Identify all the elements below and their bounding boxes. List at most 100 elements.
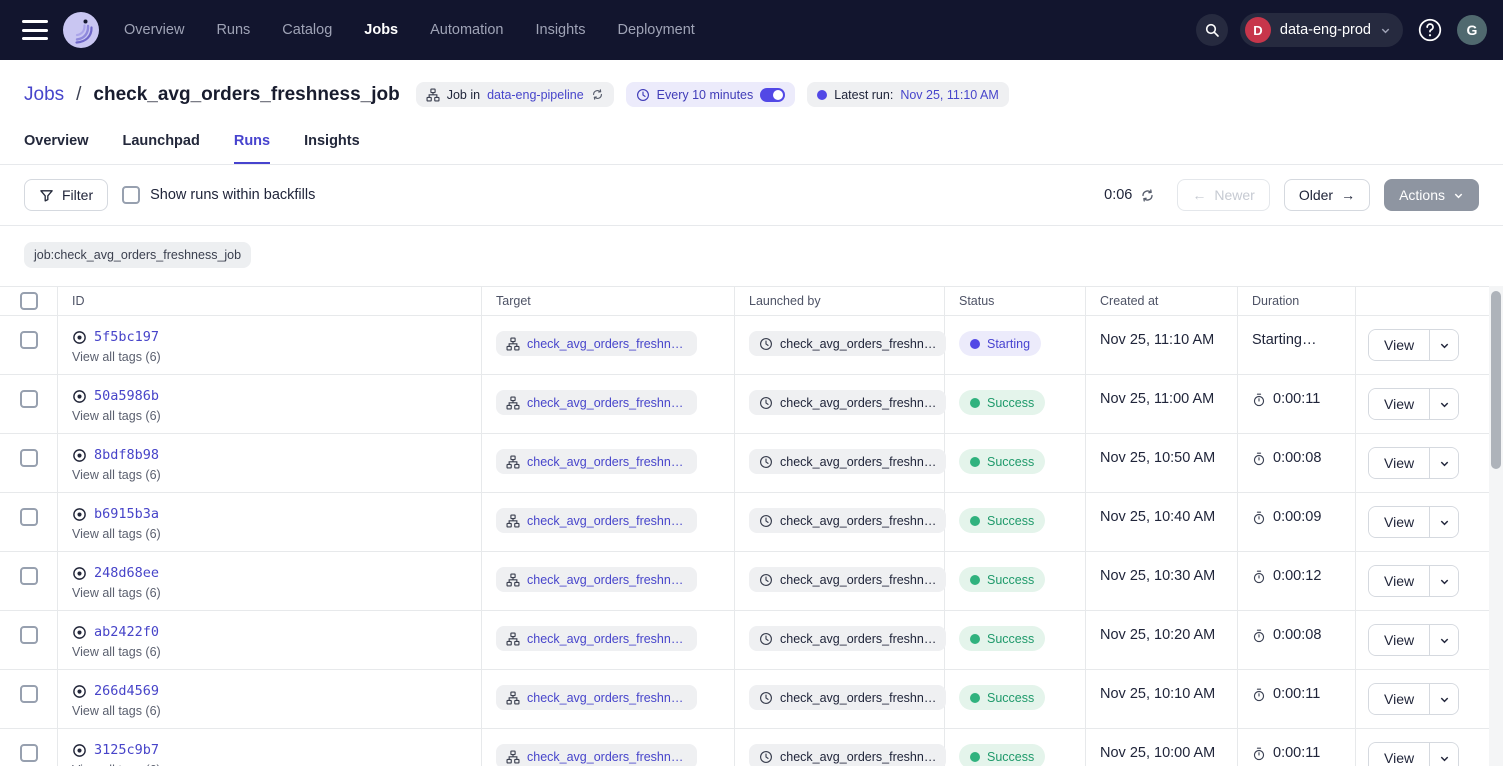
nav-item-runs[interactable]: Runs: [216, 22, 250, 38]
target-pill: check_avg_orders_freshness_job: [496, 567, 697, 592]
search-button[interactable]: [1196, 14, 1228, 46]
tab-insights[interactable]: Insights: [304, 133, 360, 164]
older-button[interactable]: Older →: [1284, 179, 1370, 211]
view-all-tags-link[interactable]: View all tags (6): [72, 468, 161, 482]
view-all-tags-link[interactable]: View all tags (6): [72, 586, 161, 600]
job-filter-tag[interactable]: job:check_avg_orders_freshness_job: [24, 242, 251, 268]
schedule-clock-icon: [759, 632, 773, 646]
breadcrumb-jobs-link[interactable]: Jobs: [24, 84, 64, 106]
view-button[interactable]: View: [1369, 507, 1429, 537]
filter-button[interactable]: Filter: [24, 179, 108, 211]
workspace-switcher[interactable]: D data-eng-prod: [1240, 13, 1403, 47]
view-all-tags-link[interactable]: View all tags (6): [72, 527, 161, 541]
view-dropdown-button[interactable]: [1429, 330, 1458, 360]
view-button[interactable]: View: [1369, 566, 1429, 596]
row-checkbox[interactable]: [20, 508, 38, 526]
view-all-tags-link[interactable]: View all tags (6): [72, 645, 161, 659]
select-all-checkbox[interactable]: [20, 292, 38, 310]
hamburger-menu-icon[interactable]: [22, 20, 48, 40]
run-id-link[interactable]: 50a5986b: [94, 388, 159, 404]
view-dropdown-button[interactable]: [1429, 743, 1458, 766]
latest-run-link[interactable]: Nov 25, 11:10 AM: [900, 88, 998, 102]
job-icon: [506, 514, 520, 528]
row-checkbox[interactable]: [20, 449, 38, 467]
launched-by-pill[interactable]: check_avg_orders_freshn…: [749, 685, 946, 710]
view-dropdown-button[interactable]: [1429, 448, 1458, 478]
scrollbar-thumb[interactable]: [1491, 291, 1501, 469]
run-id-link[interactable]: 3125c9b7: [94, 742, 159, 758]
view-button[interactable]: View: [1369, 743, 1429, 766]
nav-item-catalog[interactable]: Catalog: [282, 22, 332, 38]
nav-item-automation[interactable]: Automation: [430, 22, 503, 38]
view-all-tags-link[interactable]: View all tags (6): [72, 704, 161, 718]
view-split-button: View: [1368, 388, 1459, 420]
run-id-link[interactable]: 5f5bc197: [94, 329, 159, 345]
view-all-tags-link[interactable]: View all tags (6): [72, 350, 161, 364]
status-badge: Starting: [959, 331, 1041, 356]
dagster-logo[interactable]: [62, 11, 100, 49]
view-button[interactable]: View: [1369, 330, 1429, 360]
target-job-link[interactable]: check_avg_orders_freshness_job: [527, 691, 687, 705]
nav-item-deployment[interactable]: Deployment: [617, 22, 694, 38]
nav-item-jobs[interactable]: Jobs: [364, 22, 398, 38]
view-dropdown-button[interactable]: [1429, 566, 1458, 596]
row-checkbox[interactable]: [20, 331, 38, 349]
reload-icon[interactable]: [591, 88, 604, 101]
tab-runs[interactable]: Runs: [234, 133, 270, 164]
launched-by-pill[interactable]: check_avg_orders_freshn…: [749, 449, 946, 474]
launched-by-pill[interactable]: check_avg_orders_freshn…: [749, 390, 946, 415]
help-button[interactable]: [1417, 17, 1443, 43]
user-avatar[interactable]: G: [1457, 15, 1487, 45]
run-id-link[interactable]: 266d4569: [94, 683, 159, 699]
search-icon: [1204, 22, 1220, 38]
row-checkbox[interactable]: [20, 390, 38, 408]
column-header-status: Status: [945, 287, 1086, 315]
target-job-link[interactable]: check_avg_orders_freshness_job: [527, 514, 687, 528]
launched-by-pill[interactable]: check_avg_orders_freshn…: [749, 744, 946, 766]
view-all-tags-link[interactable]: View all tags (6): [72, 409, 161, 423]
launched-by-pill[interactable]: check_avg_orders_freshn…: [749, 567, 946, 592]
view-dropdown-button[interactable]: [1429, 389, 1458, 419]
row-checkbox[interactable]: [20, 567, 38, 585]
run-id-link[interactable]: ab2422f0: [94, 624, 159, 640]
nav-item-overview[interactable]: Overview: [124, 22, 184, 38]
schedule-toggle[interactable]: [760, 88, 785, 102]
view-dropdown-button[interactable]: [1429, 684, 1458, 714]
actions-button[interactable]: Actions: [1384, 179, 1479, 211]
vertical-scrollbar[interactable]: [1489, 286, 1503, 766]
nav-item-insights[interactable]: Insights: [535, 22, 585, 38]
show-backfills-checkbox[interactable]: [122, 186, 140, 204]
code-location-link[interactable]: data-eng-pipeline: [487, 88, 584, 102]
run-id-link[interactable]: b6915b3a: [94, 506, 159, 522]
row-checkbox[interactable]: [20, 744, 38, 762]
run-id-link[interactable]: 8bdf8b98: [94, 447, 159, 463]
refresh-icon[interactable]: [1140, 188, 1155, 203]
table-header-row: ID Target Launched by Status Created at …: [0, 286, 1489, 316]
launched-by-pill[interactable]: check_avg_orders_freshn…: [749, 508, 946, 533]
table-row: ab2422f0 View all tags (6) check_avg_ord…: [0, 611, 1489, 670]
view-dropdown-button[interactable]: [1429, 625, 1458, 655]
target-job-link[interactable]: check_avg_orders_freshness_job: [527, 573, 687, 587]
row-checkbox[interactable]: [20, 685, 38, 703]
tab-overview[interactable]: Overview: [24, 133, 89, 164]
view-button[interactable]: View: [1369, 625, 1429, 655]
tab-launchpad[interactable]: Launchpad: [123, 133, 200, 164]
schedule-label: Every 10 minutes: [657, 88, 754, 102]
workspace-badge: D: [1245, 17, 1271, 43]
run-id-link[interactable]: 248d68ee: [94, 565, 159, 581]
target-job-link[interactable]: check_avg_orders_freshness_job: [527, 632, 687, 646]
target-job-link[interactable]: check_avg_orders_freshness_job: [527, 396, 687, 410]
primary-nav: Overview Runs Catalog Jobs Automation In…: [124, 22, 695, 38]
view-dropdown-button[interactable]: [1429, 507, 1458, 537]
newer-button[interactable]: ← Newer: [1177, 179, 1269, 211]
target-job-link[interactable]: check_avg_orders_freshness_job: [527, 455, 687, 469]
view-button[interactable]: View: [1369, 448, 1429, 478]
target-job-link[interactable]: check_avg_orders_freshness_job: [527, 337, 687, 351]
row-checkbox[interactable]: [20, 626, 38, 644]
table-row: 8bdf8b98 View all tags (6) check_avg_ord…: [0, 434, 1489, 493]
target-job-link[interactable]: check_avg_orders_freshness_job: [527, 750, 687, 764]
launched-by-pill[interactable]: check_avg_orders_freshn…: [749, 626, 946, 651]
view-button[interactable]: View: [1369, 684, 1429, 714]
view-button[interactable]: View: [1369, 389, 1429, 419]
launched-by-pill[interactable]: check_avg_orders_freshn…: [749, 331, 946, 356]
